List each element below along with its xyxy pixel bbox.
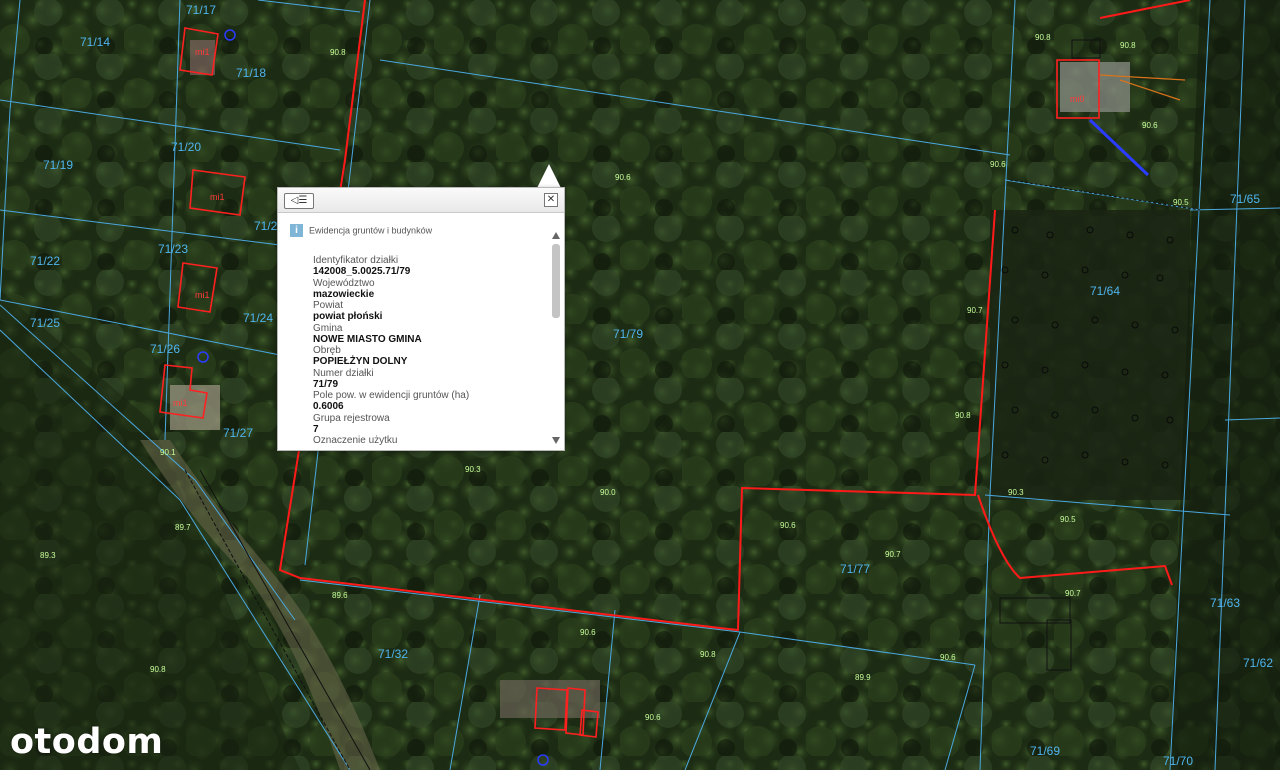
height-label: 90.5	[1060, 515, 1076, 524]
parcel-label: 71/14	[80, 35, 110, 49]
field-value: 7	[313, 423, 319, 435]
field-label: Oznaczenie użytku	[313, 435, 398, 446]
height-label: 90.0	[600, 488, 616, 497]
layer-title: Ewidencja gruntów i budynków	[309, 225, 433, 236]
layer-header: i Ewidencja gruntów i budynków	[290, 224, 432, 237]
field-label: Pole pow. w ewidencji gruntów (ha)	[313, 390, 470, 401]
height-label: 90.6	[780, 521, 796, 530]
building-label: mi1	[173, 398, 188, 408]
height-label: 89.9	[855, 673, 871, 682]
parcel-label: 71/18	[236, 66, 266, 80]
height-label: 90.8	[700, 650, 716, 659]
field-value: POPIEŁŻYN DOLNY	[313, 356, 408, 368]
height-label: 90.8	[150, 665, 166, 674]
popup-pointer	[537, 164, 561, 188]
scroll-down-icon[interactable]	[552, 437, 560, 444]
height-label: 90.6	[990, 160, 1006, 169]
height-label: 90.6	[940, 653, 956, 662]
list-icon[interactable]: ◁☰	[284, 193, 314, 209]
height-label: 90.6	[615, 173, 631, 182]
parcel-label: 71/62	[1243, 656, 1273, 670]
height-label: 90.7	[967, 306, 983, 315]
field-label: Identyfikator działki	[313, 255, 399, 266]
popup-content: i Ewidencja gruntów i budynków Identyfika…	[278, 213, 548, 450]
field-label: Grupa rejestrowa	[313, 412, 390, 424]
field-value: mazowieckie	[313, 288, 375, 300]
height-label: 90.7	[1065, 589, 1081, 598]
parcel-label: 71/19	[43, 158, 73, 172]
height-label: 89.3	[40, 551, 56, 560]
field-value: 0.6006	[313, 401, 344, 413]
parcel-label: 71/70	[1163, 754, 1193, 768]
height-label: 90.6	[1142, 121, 1158, 130]
parcel-label: 71/65	[1230, 192, 1260, 206]
parcel-label: 71/22	[30, 254, 60, 268]
parcel-label: 71/64	[1090, 284, 1120, 298]
field-value: powiat płoński	[313, 311, 383, 323]
height-label: 90.6	[645, 713, 661, 722]
parcel-label: 71/20	[171, 140, 201, 154]
height-label: 90.1	[160, 448, 176, 457]
parcel-label: 71/25	[30, 316, 60, 330]
height-label: 90.8	[955, 411, 971, 420]
building-label: mi1	[195, 290, 210, 300]
otodom-watermark: otodom	[10, 722, 164, 762]
height-label: 89.6	[332, 591, 348, 600]
feature-info-popup: ◁☰ ✕ i Ewidencja gruntów i budynków Ident…	[277, 187, 565, 451]
map-canvas[interactable]: 71/17 71/14 71/18 71/19 71/20 71/21 71/2…	[0, 0, 1280, 770]
scroll-up-icon[interactable]	[552, 232, 560, 239]
height-label: 89.7	[175, 523, 191, 532]
field-value: NOWE MIASTO GMINA	[313, 333, 422, 345]
field-label: Powiat	[313, 300, 344, 311]
height-label: 90.5	[1173, 198, 1189, 207]
field-label: Województwo	[313, 277, 375, 289]
parcel-label: 71/77	[840, 562, 870, 576]
parcel-label: 71/32	[378, 647, 408, 661]
parcel-label: 71/69	[1030, 744, 1060, 758]
info-icon: i	[290, 224, 303, 237]
field-value: 71/79	[313, 378, 339, 390]
field-label: Gmina	[313, 322, 343, 334]
scroll-thumb[interactable]	[552, 244, 560, 318]
height-label: 90.3	[465, 465, 481, 474]
parcel-label: 71/63	[1210, 596, 1240, 610]
parcel-label: 71/27	[223, 426, 253, 440]
popup-header: ◁☰ ✕	[278, 188, 564, 213]
field-label: Obręb	[313, 345, 341, 356]
building-label: mi1	[195, 47, 210, 57]
height-label: 90.7	[885, 550, 901, 559]
height-label: 90.8	[330, 48, 346, 57]
height-label: 90.8	[1035, 33, 1051, 42]
parcel-label: 71/17	[186, 3, 216, 17]
parcel-label: 71/79	[613, 327, 643, 341]
parcel-label: 71/24	[243, 311, 273, 325]
parcel-label: 71/26	[150, 342, 180, 356]
field-value: 142008_5.0025.71/79	[313, 266, 411, 278]
parcel-label: 71/23	[158, 242, 188, 256]
field-label: Numer działki	[313, 367, 374, 379]
building-label: mi1	[210, 192, 225, 202]
height-label: 90.6	[580, 628, 596, 637]
building-label: mi0	[1070, 94, 1085, 104]
close-icon[interactable]: ✕	[544, 193, 558, 207]
height-label: 90.8	[1120, 41, 1136, 50]
popup-scrollbar[interactable]	[551, 232, 561, 444]
height-label: 90.3	[1008, 488, 1024, 497]
attribute-list: Identyfikator działki 142008_5.0025.71/7…	[313, 255, 469, 446]
